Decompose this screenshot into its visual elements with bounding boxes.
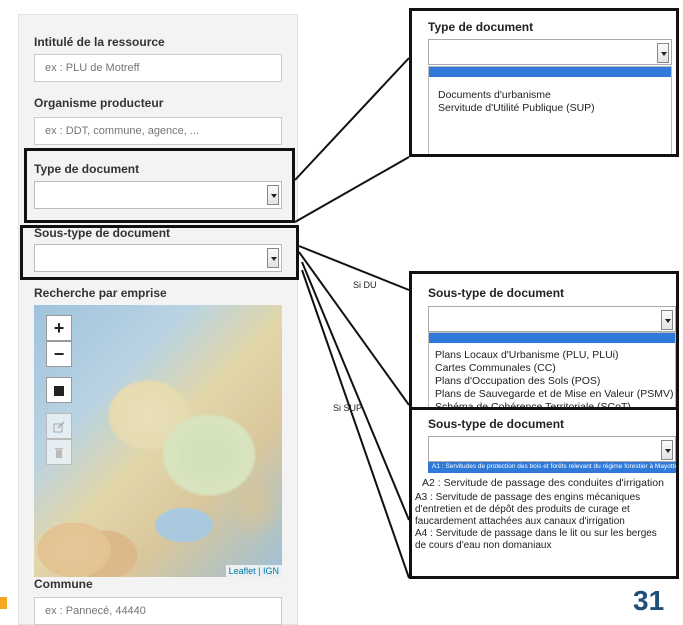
list-item[interactable]: Servitude d'Utilité Publique (SUP) bbox=[429, 102, 671, 115]
subtype-sup-options-list: A1 : Servitudes de protection des bois e… bbox=[415, 462, 676, 576]
chevron-down-icon[interactable] bbox=[657, 43, 669, 63]
popup-title: Sous-type de document bbox=[428, 286, 565, 300]
subtype-du-dropdown-popup: Sous-type de document Plans Locaux d'Urb… bbox=[409, 271, 679, 410]
subtype-du-options-list: Plans Locaux d'Urbanisme (PLU, PLUi) Car… bbox=[428, 332, 676, 407]
list-item[interactable]: Documents d'urbanisme bbox=[429, 89, 671, 102]
popup-title: Type de document bbox=[428, 20, 534, 34]
list-item[interactable]: Plans d'Occupation des Sols (POS) bbox=[429, 375, 675, 388]
doc-type-select-open[interactable] bbox=[428, 39, 672, 65]
chevron-down-icon[interactable] bbox=[661, 440, 673, 460]
popup-title: Sous-type de document bbox=[428, 417, 565, 431]
list-item[interactable]: Plans de Sauvegarde et de Mise en Valeur… bbox=[429, 388, 675, 401]
slide-page-number: 31 bbox=[633, 585, 665, 616]
highlighted-option[interactable]: A1 : Servitudes de protection des bois e… bbox=[428, 462, 676, 473]
highlighted-option[interactable] bbox=[429, 333, 675, 343]
list-item[interactable]: A4 : Servitude de passage dans le lit ou… bbox=[413, 528, 663, 552]
list-item[interactable]: A2 : Servitude de passage des conduites … bbox=[416, 477, 676, 490]
list-item[interactable]: Cartes Communales (CC) bbox=[429, 362, 675, 375]
list-item[interactable]: Plans Locaux d'Urbanisme (PLU, PLUi) bbox=[429, 349, 675, 362]
highlighted-option[interactable] bbox=[429, 67, 671, 77]
subtype-sup-select-open[interactable] bbox=[428, 436, 676, 462]
subtype-du-select-open[interactable] bbox=[428, 306, 676, 332]
condition-du-note: Si DU bbox=[353, 280, 377, 290]
doc-type-options-list: Documents d'urbanisme Servitude d'Utilit… bbox=[428, 66, 672, 154]
chevron-down-icon[interactable] bbox=[661, 310, 673, 330]
condition-sup-note: Si SUP bbox=[333, 403, 363, 413]
doc-type-dropdown-popup: Type de document Documents d'urbanisme S… bbox=[409, 8, 679, 157]
list-item[interactable]: A3 : Servitude de passage des engins méc… bbox=[413, 492, 663, 528]
slide-accent-bar bbox=[0, 597, 7, 609]
subtype-sup-dropdown-popup: Sous-type de document A1 : Servitudes de… bbox=[409, 407, 679, 579]
